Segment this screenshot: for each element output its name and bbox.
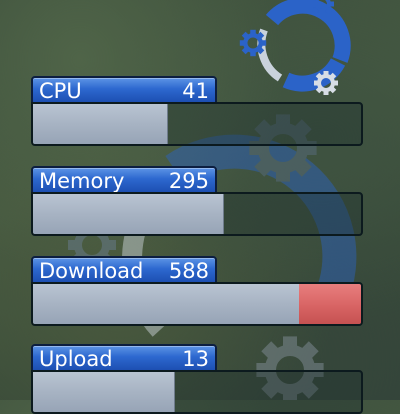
meter-bar (31, 370, 363, 414)
meter-value: 41 (182, 79, 209, 103)
meter-label: Download (39, 259, 144, 283)
meter-bar (31, 192, 363, 236)
meter-fill (33, 372, 176, 412)
logo-icon (240, 0, 351, 97)
meter-label: CPU (39, 79, 82, 103)
meter-header: Download 588 (31, 256, 217, 284)
meter-value: 13 (182, 347, 209, 371)
meter-bar (31, 102, 363, 146)
meter-header: CPU 41 (31, 76, 217, 104)
meter-fill (33, 194, 225, 234)
meter-header: Upload 13 (31, 344, 217, 372)
meter-alert-fill (298, 284, 361, 324)
meter-fill (33, 284, 300, 324)
meter-bar (31, 282, 363, 326)
meter-fill (33, 104, 169, 144)
meter-value: 295 (168, 169, 209, 193)
meter-value: 588 (168, 259, 209, 283)
meter-label: Upload (39, 347, 113, 371)
meter-label: Memory (39, 169, 125, 193)
meter-header: Memory 295 (31, 166, 217, 194)
